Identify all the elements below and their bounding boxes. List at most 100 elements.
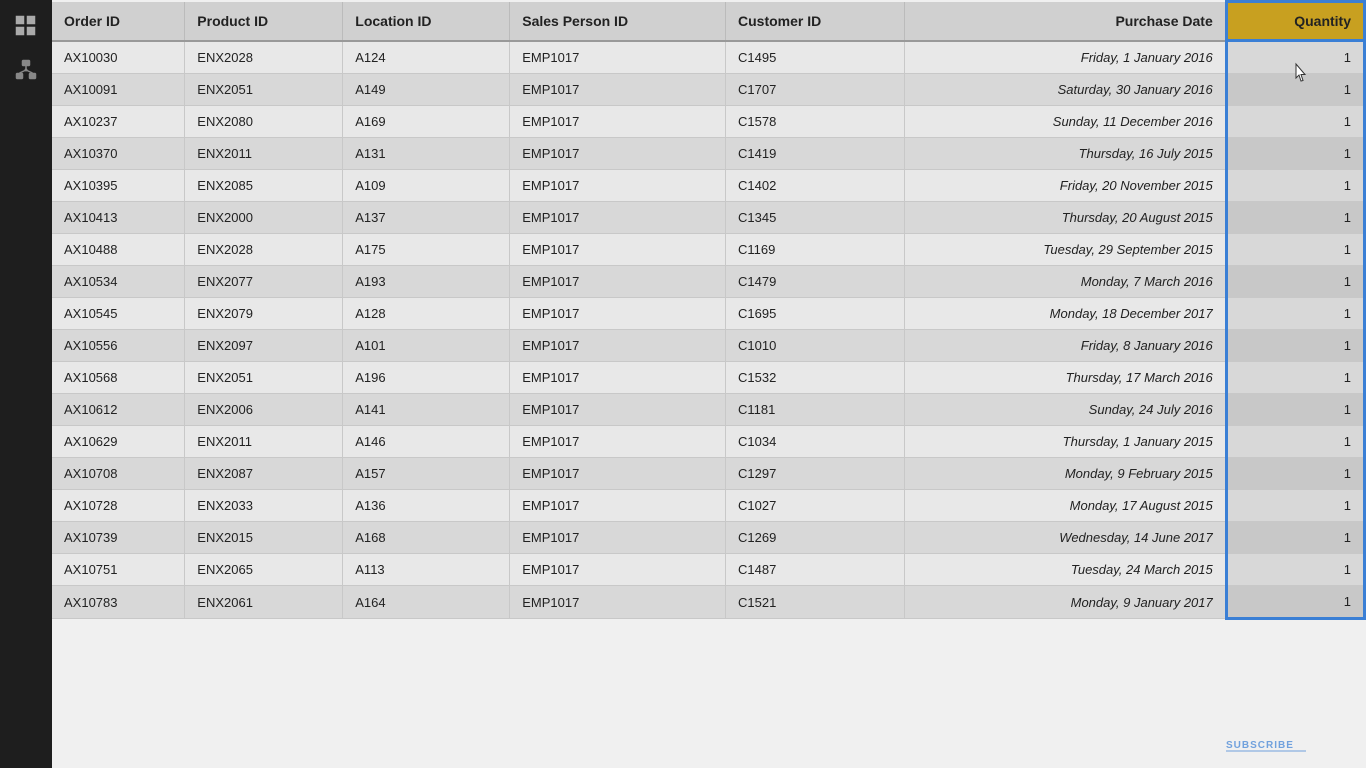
cell-sales_person_id: EMP1017	[510, 586, 726, 619]
cell-sales_person_id: EMP1017	[510, 522, 726, 554]
table-row: AX10728ENX2033A136EMP1017C1027Monday, 17…	[52, 490, 1365, 522]
table-row: AX10534ENX2077A193EMP1017C1479Monday, 7 …	[52, 266, 1365, 298]
cell-location_id: A109	[343, 170, 510, 202]
table-row: AX10545ENX2079A128EMP1017C1695Monday, 18…	[52, 298, 1365, 330]
cell-order_id: AX10783	[52, 586, 185, 619]
cell-customer_id: C1521	[726, 586, 905, 619]
cell-order_id: AX10091	[52, 74, 185, 106]
cell-product_id: ENX2097	[185, 330, 343, 362]
cell-product_id: ENX2006	[185, 394, 343, 426]
col-header-sales-person-id[interactable]: Sales Person ID	[510, 2, 726, 41]
cell-product_id: ENX2051	[185, 362, 343, 394]
cell-location_id: A131	[343, 138, 510, 170]
col-header-quantity[interactable]: Quantity	[1226, 2, 1364, 41]
cell-product_id: ENX2000	[185, 202, 343, 234]
cell-location_id: A157	[343, 458, 510, 490]
cell-quantity: 1	[1226, 330, 1364, 362]
cell-location_id: A128	[343, 298, 510, 330]
table-row: AX10030ENX2028A124EMP1017C1495Friday, 1 …	[52, 41, 1365, 74]
table-row: AX10739ENX2015A168EMP1017C1269Wednesday,…	[52, 522, 1365, 554]
cell-purchase_date: Monday, 7 March 2016	[904, 266, 1226, 298]
cell-location_id: A193	[343, 266, 510, 298]
cell-location_id: A146	[343, 426, 510, 458]
cell-sales_person_id: EMP1017	[510, 106, 726, 138]
table-row: AX10413ENX2000A137EMP1017C1345Thursday, …	[52, 202, 1365, 234]
cell-sales_person_id: EMP1017	[510, 362, 726, 394]
cell-purchase_date: Sunday, 11 December 2016	[904, 106, 1226, 138]
col-header-location-id[interactable]: Location ID	[343, 2, 510, 41]
cell-quantity: 1	[1226, 554, 1364, 586]
cell-product_id: ENX2011	[185, 138, 343, 170]
cell-product_id: ENX2065	[185, 554, 343, 586]
sidebar	[0, 0, 52, 768]
cell-customer_id: C1181	[726, 394, 905, 426]
cell-location_id: A175	[343, 234, 510, 266]
cell-product_id: ENX2085	[185, 170, 343, 202]
table-row: AX10708ENX2087A157EMP1017C1297Monday, 9 …	[52, 458, 1365, 490]
cell-product_id: ENX2028	[185, 41, 343, 74]
cell-customer_id: C1269	[726, 522, 905, 554]
cell-quantity: 1	[1226, 394, 1364, 426]
table-row: AX10629ENX2011A146EMP1017C1034Thursday, …	[52, 426, 1365, 458]
sidebar-icon-table[interactable]	[8, 8, 44, 44]
table-row: AX10751ENX2065A113EMP1017C1487Tuesday, 2…	[52, 554, 1365, 586]
cell-purchase_date: Friday, 20 November 2015	[904, 170, 1226, 202]
cell-customer_id: C1695	[726, 298, 905, 330]
cell-order_id: AX10545	[52, 298, 185, 330]
cell-customer_id: C1402	[726, 170, 905, 202]
cell-customer_id: C1345	[726, 202, 905, 234]
cell-quantity: 1	[1226, 490, 1364, 522]
cell-quantity: 1	[1226, 170, 1364, 202]
cell-quantity: 1	[1226, 522, 1364, 554]
table-wrapper[interactable]: Order ID Product ID Location ID Sales Pe…	[52, 0, 1366, 768]
data-table: Order ID Product ID Location ID Sales Pe…	[52, 0, 1366, 620]
cell-order_id: AX10739	[52, 522, 185, 554]
cell-customer_id: C1027	[726, 490, 905, 522]
cell-purchase_date: Thursday, 17 March 2016	[904, 362, 1226, 394]
sidebar-icon-network[interactable]	[8, 52, 44, 88]
cell-location_id: A149	[343, 74, 510, 106]
cell-quantity: 1	[1226, 202, 1364, 234]
col-header-customer-id[interactable]: Customer ID	[726, 2, 905, 41]
table-row: AX10488ENX2028A175EMP1017C1169Tuesday, 2…	[52, 234, 1365, 266]
table-row: AX10783ENX2061A164EMP1017C1521Monday, 9 …	[52, 586, 1365, 619]
table-row: AX10568ENX2051A196EMP1017C1532Thursday, …	[52, 362, 1365, 394]
cell-customer_id: C1010	[726, 330, 905, 362]
cell-customer_id: C1479	[726, 266, 905, 298]
cell-location_id: A113	[343, 554, 510, 586]
table-row: AX10612ENX2006A141EMP1017C1181Sunday, 24…	[52, 394, 1365, 426]
table-row: AX10395ENX2085A109EMP1017C1402Friday, 20…	[52, 170, 1365, 202]
cell-order_id: AX10556	[52, 330, 185, 362]
cell-purchase_date: Monday, 17 August 2015	[904, 490, 1226, 522]
cell-product_id: ENX2061	[185, 586, 343, 619]
cell-order_id: AX10237	[52, 106, 185, 138]
cell-product_id: ENX2079	[185, 298, 343, 330]
cell-customer_id: C1578	[726, 106, 905, 138]
cell-quantity: 1	[1226, 41, 1364, 74]
cell-quantity: 1	[1226, 362, 1364, 394]
cell-purchase_date: Thursday, 20 August 2015	[904, 202, 1226, 234]
cell-purchase_date: Wednesday, 14 June 2017	[904, 522, 1226, 554]
cell-customer_id: C1495	[726, 41, 905, 74]
col-header-purchase-date[interactable]: Purchase Date	[904, 2, 1226, 41]
cell-order_id: AX10030	[52, 41, 185, 74]
app-container: Order ID Product ID Location ID Sales Pe…	[0, 0, 1366, 768]
col-header-order-id[interactable]: Order ID	[52, 2, 185, 41]
cell-quantity: 1	[1226, 138, 1364, 170]
cell-order_id: AX10413	[52, 202, 185, 234]
cell-purchase_date: Friday, 1 January 2016	[904, 41, 1226, 74]
cell-purchase_date: Sunday, 24 July 2016	[904, 394, 1226, 426]
cell-product_id: ENX2051	[185, 74, 343, 106]
cell-location_id: A164	[343, 586, 510, 619]
cell-order_id: AX10629	[52, 426, 185, 458]
cell-purchase_date: Monday, 9 January 2017	[904, 586, 1226, 619]
cell-location_id: A137	[343, 202, 510, 234]
cell-location_id: A101	[343, 330, 510, 362]
table-row: AX10091ENX2051A149EMP1017C1707Saturday, …	[52, 74, 1365, 106]
cell-customer_id: C1487	[726, 554, 905, 586]
col-header-product-id[interactable]: Product ID	[185, 2, 343, 41]
cell-sales_person_id: EMP1017	[510, 41, 726, 74]
cell-sales_person_id: EMP1017	[510, 234, 726, 266]
cell-product_id: ENX2028	[185, 234, 343, 266]
cell-order_id: AX10568	[52, 362, 185, 394]
